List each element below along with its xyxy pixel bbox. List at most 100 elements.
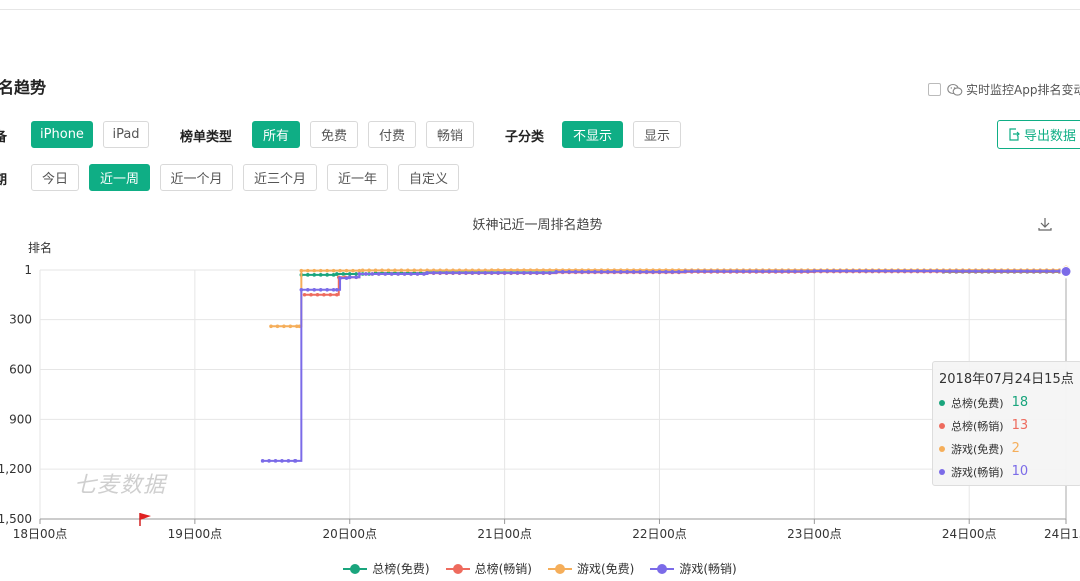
top-divider	[0, 9, 1080, 10]
legend-label: 游戏(免费)	[577, 562, 635, 576]
data-point	[735, 269, 739, 274]
tooltip-series-value: 18	[1011, 395, 1029, 410]
data-point	[354, 275, 358, 280]
data-point	[806, 269, 810, 274]
data-point	[793, 269, 797, 274]
data-point	[722, 269, 726, 274]
chart-type-grossing-button[interactable]: 畅销	[426, 121, 474, 148]
legend-item[interactable]: 总榜(畅销)	[445, 560, 532, 577]
data-point	[915, 269, 920, 273]
data-point	[670, 270, 675, 274]
data-point	[980, 269, 984, 273]
chart-type-all-button[interactable]: 所有	[252, 121, 300, 148]
series-dot-icon	[939, 422, 945, 429]
tooltip-series-value: 10	[1011, 464, 1029, 479]
data-point	[373, 268, 378, 273]
data-point	[754, 269, 759, 274]
data-point	[338, 276, 342, 280]
data-point	[812, 269, 817, 273]
data-point	[438, 271, 442, 275]
data-point	[748, 269, 752, 274]
data-point	[683, 269, 688, 274]
data-point	[883, 269, 888, 273]
data-point	[476, 271, 481, 275]
watermark: 七麦数据	[74, 473, 167, 498]
data-point	[522, 271, 526, 275]
data-point	[335, 287, 339, 292]
data-point	[338, 268, 342, 273]
data-point	[528, 271, 533, 275]
data-point	[509, 271, 513, 275]
tooltip-row: 总榜(畅销) 13	[939, 414, 1075, 437]
data-point	[280, 459, 284, 463]
device-ipad-button[interactable]: iPad	[103, 121, 149, 148]
tooltip-series-name: 游戏(免费)	[951, 442, 1004, 456]
data-point	[709, 269, 713, 274]
tooltip-row: 游戏(免费) 2	[939, 437, 1075, 460]
data-point	[483, 271, 488, 275]
wechat-icon	[947, 83, 963, 97]
legend-item[interactable]: 总榜(免费)	[343, 560, 430, 577]
data-point	[354, 272, 358, 276]
data-point	[960, 269, 965, 273]
legend-item[interactable]: 游戏(免费)	[548, 560, 634, 577]
period-label: 期	[0, 173, 8, 188]
data-point	[993, 269, 997, 273]
legend-swatch-icon	[445, 563, 470, 574]
export-button[interactable]: 导出数据	[997, 120, 1080, 149]
monitor-label: 实时监控App排名变动	[966, 83, 1080, 97]
x-tick-label: 24日00点	[942, 527, 997, 541]
data-point	[335, 292, 339, 297]
data-point	[351, 268, 355, 273]
data-point	[489, 271, 494, 275]
data-point	[299, 268, 304, 273]
export-icon	[1009, 128, 1020, 141]
data-point	[383, 272, 388, 276]
period-month-button[interactable]: 近一个月	[160, 164, 233, 191]
chart-type-free-button[interactable]: 免费	[310, 121, 358, 148]
data-point	[364, 272, 368, 276]
data-point	[331, 273, 336, 277]
data-point	[999, 269, 1004, 273]
data-point	[773, 269, 778, 274]
data-point	[606, 270, 610, 274]
data-point	[967, 269, 972, 273]
data-point	[612, 270, 617, 274]
data-point	[380, 268, 384, 273]
period-three-months-button[interactable]: 近三个月	[243, 164, 317, 191]
period-year-button[interactable]: 近一年	[327, 164, 388, 191]
chart-type-paid-button[interactable]: 付费	[368, 121, 416, 148]
data-point	[896, 269, 901, 273]
data-point	[457, 271, 462, 275]
period-today-button[interactable]: 今日	[31, 164, 79, 191]
device-iphone-button[interactable]: iPhone	[31, 121, 93, 148]
rank-trend-chart: 排名 1 300 600 900 1,200 1,50018日00点 19日00点 20日00点…	[0, 240, 1080, 541]
data-point	[844, 269, 849, 273]
monitor-checkbox[interactable]	[928, 83, 941, 96]
data-point	[586, 270, 591, 274]
data-point	[393, 268, 397, 273]
data-point	[422, 272, 426, 276]
data-point	[818, 269, 823, 273]
monitor-toggle[interactable]: 实时监控App排名变动	[928, 81, 1080, 98]
period-custom-button[interactable]: 自定义	[398, 164, 459, 191]
data-point-highlight	[1060, 265, 1072, 277]
data-point	[293, 459, 298, 463]
x-tick-label: 21日00点	[477, 527, 532, 541]
subcategory-show-button[interactable]: 显示	[633, 121, 681, 148]
data-point	[318, 287, 323, 292]
data-point	[677, 270, 681, 274]
data-point	[299, 287, 304, 292]
data-point	[412, 268, 417, 273]
subcategory-hide-button[interactable]: 不显示	[562, 121, 623, 148]
data-point	[305, 287, 310, 292]
period-week-button[interactable]: 近一周	[89, 164, 150, 191]
series-dot-icon	[939, 399, 945, 406]
data-point	[305, 273, 310, 277]
data-point	[760, 269, 765, 274]
data-point	[831, 269, 836, 273]
data-point	[431, 271, 436, 275]
data-point	[928, 269, 933, 273]
legend-swatch-icon	[343, 563, 368, 574]
legend-item[interactable]: 游戏(畅销)	[650, 560, 737, 577]
